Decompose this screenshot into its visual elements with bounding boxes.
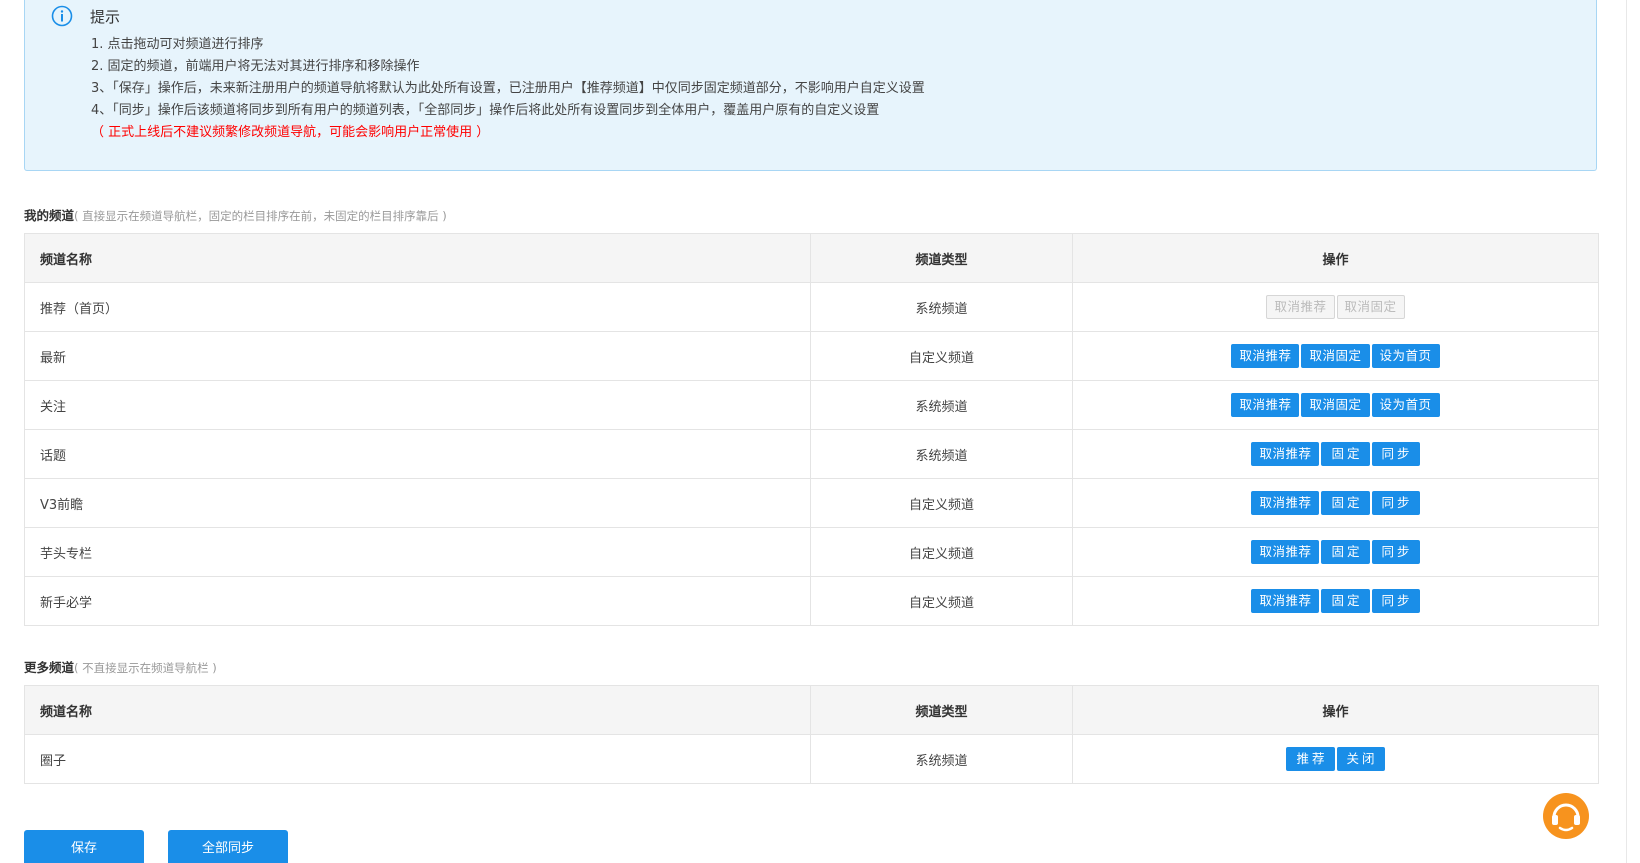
header-channel-type: 频道类型 [810, 685, 1073, 735]
actions-cell: 取消推荐 固定 同步 [1072, 429, 1599, 479]
set-homepage-button[interactable]: 设为首页 [1371, 344, 1440, 368]
customer-support-icon[interactable] [1542, 792, 1590, 840]
unrecommend-button[interactable]: 取消推荐 [1251, 540, 1320, 564]
unrecommend-button[interactable]: 取消推荐 [1231, 393, 1300, 417]
sync-button[interactable]: 同步 [1371, 589, 1420, 613]
unrecommend-button[interactable]: 取消推荐 [1251, 491, 1320, 515]
table-row[interactable]: V3前瞻 自定义频道 取消推荐 固定 同步 [24, 478, 1599, 528]
unrecommend-button: 取消推荐 [1266, 295, 1335, 319]
table-header-row: 频道名称 频道类型 操作 [24, 685, 1599, 735]
my-channels-table: 频道名称 频道类型 操作 推荐（首页） 系统频道 取消推荐 取消固定 最新 自定义频道 取消… [24, 233, 1599, 626]
channel-name-cell: 最新 [24, 331, 811, 381]
channel-type-cell: 自定义频道 [810, 576, 1073, 626]
table-row[interactable]: 推荐（首页） 系统频道 取消推荐 取消固定 [24, 282, 1599, 332]
sync-all-button[interactable]: 全部同步 [168, 830, 288, 863]
table-row[interactable]: 圈子 系统频道 推荐 关闭 [24, 734, 1599, 784]
table-row[interactable]: 话题 系统频道 取消推荐 固定 同步 [24, 429, 1599, 479]
set-homepage-button[interactable]: 设为首页 [1371, 393, 1440, 417]
unpin-button: 取消固定 [1336, 295, 1405, 319]
unpin-button[interactable]: 取消固定 [1301, 393, 1370, 417]
pin-button[interactable]: 固定 [1321, 540, 1370, 564]
hint-line: 1. 点击拖动可对频道进行排序 [91, 37, 264, 52]
channel-name-cell: 推荐（首页） [24, 282, 811, 332]
unrecommend-button[interactable]: 取消推荐 [1251, 589, 1320, 613]
recommend-button[interactable]: 推荐 [1286, 747, 1335, 771]
channel-type-cell: 自定义频道 [810, 527, 1073, 577]
actions-cell: 推荐 关闭 [1072, 734, 1599, 784]
channel-type-cell: 自定义频道 [810, 478, 1073, 528]
channel-type-cell: 自定义频道 [810, 331, 1073, 381]
header-channel-name: 频道名称 [24, 685, 811, 735]
save-button[interactable]: 保存 [24, 830, 144, 863]
hint-warning: （ 正式上线后不建议频繁修改频道导航，可能会影响用户正常使用 ） [91, 125, 490, 140]
my-channels-title-text: 我的频道 [24, 208, 75, 223]
unrecommend-button[interactable]: 取消推荐 [1231, 344, 1300, 368]
pin-button[interactable]: 固定 [1321, 589, 1370, 613]
channel-type-cell: 系统频道 [810, 734, 1073, 784]
channel-name-cell: 话题 [24, 429, 811, 479]
header-actions: 操作 [1072, 233, 1599, 283]
more-channels-title-text: 更多频道 [24, 660, 75, 675]
more-channels-body: 圈子 系统频道 推荐 关闭 [24, 734, 1599, 784]
table-row[interactable]: 最新 自定义频道 取消推荐 取消固定 设为首页 [24, 331, 1599, 381]
channel-name-cell: 圈子 [24, 734, 811, 784]
sync-button[interactable]: 同步 [1371, 540, 1420, 564]
actions-cell: 取消推荐 取消固定 设为首页 [1072, 380, 1599, 430]
channel-settings-page: 提示 1. 点击拖动可对频道进行排序 2. 固定的频道，前端用户将无法对其进行排… [0, 0, 1640, 863]
actions-cell: 取消推荐 固定 同步 [1072, 478, 1599, 528]
unrecommend-button[interactable]: 取消推荐 [1251, 442, 1320, 466]
my-channels-body: 推荐（首页） 系统频道 取消推荐 取消固定 最新 自定义频道 取消推荐 取消固定 设为首页 关注系… [24, 282, 1599, 626]
channel-name-cell: 芋头专栏 [24, 527, 811, 577]
table-row[interactable]: 关注 系统频道 取消推荐 取消固定 设为首页 [24, 380, 1599, 430]
header-channel-type: 频道类型 [810, 233, 1073, 283]
channel-type-cell: 系统频道 [810, 282, 1073, 332]
my-channels-title: 我的频道( 直接显示在频道导航栏，固定的栏目排序在前，未固定的栏目排序靠后 ) [24, 205, 447, 224]
actions-cell: 取消推荐 固定 同步 [1072, 527, 1599, 577]
close-button[interactable]: 关闭 [1336, 747, 1385, 771]
hint-line: 2. 固定的频道，前端用户将无法对其进行排序和移除操作 [91, 59, 420, 74]
unpin-button[interactable]: 取消固定 [1301, 344, 1370, 368]
actions-cell: 取消推荐 固定 同步 [1072, 576, 1599, 626]
table-header-row: 频道名称 频道类型 操作 [24, 233, 1599, 283]
channel-name-cell: V3前瞻 [24, 478, 811, 528]
more-channels-subtitle: ( 不直接显示在频道导航栏 ) [74, 661, 217, 675]
hint-panel: 提示 1. 点击拖动可对频道进行排序 2. 固定的频道，前端用户将无法对其进行排… [24, 0, 1597, 171]
actions-cell: 取消推荐 取消固定 [1072, 282, 1599, 332]
channel-name-cell: 新手必学 [24, 576, 811, 626]
header-actions: 操作 [1072, 685, 1599, 735]
table-row[interactable]: 新手必学 自定义频道 取消推荐 固定 同步 [24, 576, 1599, 626]
hint-title: 提示 [90, 8, 121, 26]
channel-name-cell: 关注 [24, 380, 811, 430]
scrollbar-track[interactable] [1626, 0, 1627, 863]
my-channels-subtitle: ( 直接显示在频道导航栏，固定的栏目排序在前，未固定的栏目排序靠后 ) [74, 209, 447, 223]
channel-type-cell: 系统频道 [810, 429, 1073, 479]
more-channels-table: 频道名称 频道类型 操作 圈子 系统频道 推荐 关闭 [24, 685, 1599, 784]
info-icon [51, 5, 73, 27]
pin-button[interactable]: 固定 [1321, 442, 1370, 466]
hint-lines: 1. 点击拖动可对频道进行排序 2. 固定的频道，前端用户将无法对其进行排序和移… [91, 34, 925, 144]
table-row[interactable]: 芋头专栏 自定义频道 取消推荐 固定 同步 [24, 527, 1599, 577]
more-channels-title: 更多频道( 不直接显示在频道导航栏 ) [24, 657, 217, 676]
pin-button[interactable]: 固定 [1321, 491, 1370, 515]
hint-line: 4、「同步」操作后该频道将同步到所有用户的频道列表，「全部同步」操作后将此处所有… [91, 103, 880, 118]
header-channel-name: 频道名称 [24, 233, 811, 283]
channel-type-cell: 系统频道 [810, 380, 1073, 430]
sync-button[interactable]: 同步 [1371, 491, 1420, 515]
sync-button[interactable]: 同步 [1371, 442, 1420, 466]
actions-cell: 取消推荐 取消固定 设为首页 [1072, 331, 1599, 381]
hint-line: 3、「保存」操作后，未来新注册用户的频道导航将默认为此处所有设置，已注册用户【推… [91, 81, 925, 96]
